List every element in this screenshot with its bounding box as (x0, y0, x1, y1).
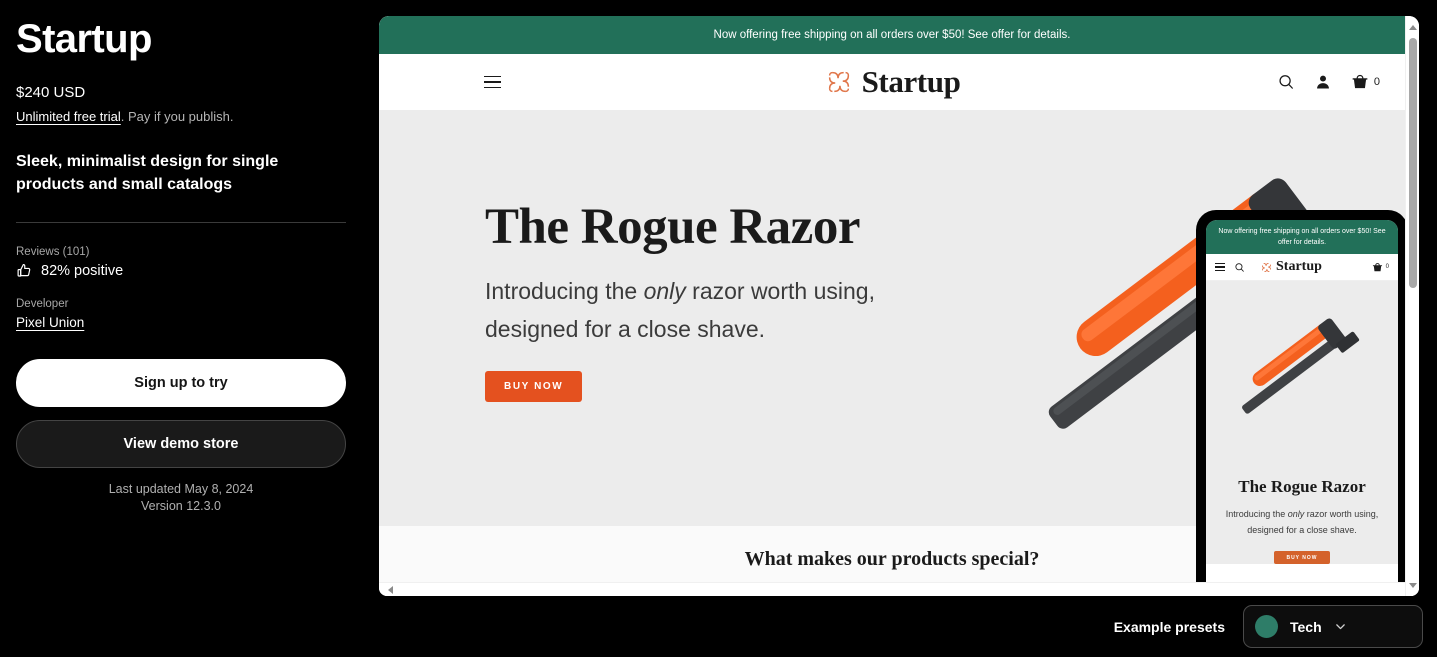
developer-label: Developer (16, 298, 69, 310)
mobile-preview-screen: Now offering free shipping on all orders… (1206, 220, 1398, 596)
thumbs-up-icon (16, 262, 33, 279)
triangle-left (387, 586, 393, 594)
scroll-up-arrow-icon[interactable] (1406, 20, 1419, 34)
developer-link[interactable]: Pixel Union (16, 315, 84, 330)
cart-icon (1351, 73, 1369, 91)
hero-subtitle: Introducing the only razor worth using, … (485, 272, 905, 348)
mobile-hero-section (1206, 281, 1398, 471)
mobile-announcement-bar: Now offering free shipping on all orders… (1206, 220, 1398, 254)
mobile-hero-title: The Rogue Razor (1238, 477, 1366, 496)
store-logo[interactable]: Startup (379, 64, 1405, 100)
reviews-positive-value: 82% positive (41, 262, 124, 279)
signup-to-try-button[interactable]: Sign up to try (16, 359, 346, 407)
reviews-summary: 82% positive (16, 262, 363, 279)
bottom-toolbar: Example presets Tech (0, 596, 1437, 657)
hero-title: The Rogue Razor (485, 199, 860, 255)
theme-price: $240 USD (16, 84, 86, 101)
mobile-store-logo-text: Startup (1276, 259, 1322, 274)
mobile-buy-now-button[interactable]: BUY NOW (1274, 551, 1330, 564)
mobile-store-logo[interactable]: Startup (1260, 259, 1322, 275)
hero-sub-emphasis: only (643, 278, 686, 304)
mobile-cart-button[interactable]: 0 (1372, 262, 1389, 273)
mobile-cart-icon (1372, 262, 1383, 273)
mobile-hero-copy: The Rogue Razor Introducing the only raz… (1206, 471, 1398, 564)
horizontal-scrollbar[interactable] (379, 582, 1419, 596)
unlimited-free-trial-link[interactable]: Unlimited free trial (16, 109, 121, 124)
menu-icon-line (484, 86, 501, 89)
example-presets-label: Example presets (1113, 618, 1225, 635)
mobile-preview-frame: Now offering free shipping on all orders… (1196, 210, 1408, 596)
mobile-search-icon[interactable] (1234, 262, 1245, 273)
menu-icon-line (484, 81, 501, 83)
trial-rest-text: . Pay if you publish. (120, 109, 234, 124)
trial-info: Unlimited free trial. Pay if you publish… (16, 108, 363, 126)
store-header: Startup 0 (379, 54, 1405, 111)
cart-button[interactable]: 0 (1351, 73, 1380, 91)
vertical-scrollbar[interactable] (1405, 16, 1419, 596)
hero-copy: The Rogue Razor Introducing the only raz… (485, 198, 905, 402)
preset-selected-value: Tech (1290, 618, 1322, 635)
mobile-pinwheel-logo-icon (1260, 261, 1273, 274)
store-header-icons: 0 (1277, 73, 1380, 91)
mobile-menu-icon[interactable] (1215, 263, 1225, 271)
theme-version-info: Last updated May 8, 2024 Version 12.3.0 (16, 481, 346, 515)
mobile-hero-sub-pre: Introducing the (1225, 509, 1288, 519)
mobile-cart-count: 0 (1385, 264, 1389, 270)
mobile-hero-subtitle: Introducing the only razor worth using, … (1218, 506, 1386, 538)
scroll-down-arrow-icon[interactable] (1406, 578, 1419, 592)
chevron-down-icon (1334, 620, 1347, 633)
last-updated-text: Last updated May 8, 2024 (108, 482, 254, 496)
hero-sub-pre: Introducing the (485, 278, 644, 304)
developer-block: Developer Pixel Union (16, 298, 363, 332)
theme-tagline: Sleek, minimalist design for single prod… (16, 153, 279, 193)
store-logo-text: Startup (861, 64, 961, 99)
mobile-menu-icon-line (1215, 263, 1225, 265)
preset-select[interactable]: Tech (1243, 605, 1423, 648)
theme-details-panel: Startup $240 USD Unlimited free trial. P… (0, 0, 379, 657)
triangle-down (1409, 582, 1417, 588)
mobile-menu-icon-line (1215, 269, 1225, 271)
search-icon[interactable] (1277, 73, 1295, 91)
features-heading: What makes our products special? (744, 548, 1040, 570)
account-icon[interactable] (1314, 73, 1332, 91)
reviews-label: Reviews (101) (16, 246, 90, 258)
triangle-up (1409, 24, 1417, 30)
cart-count: 0 (1373, 76, 1380, 88)
announcement-bar: Now offering free shipping on all orders… (379, 16, 1405, 54)
vertical-scrollbar-thumb[interactable] (1409, 38, 1417, 288)
section-divider (16, 222, 346, 223)
scroll-left-arrow-icon[interactable] (383, 583, 397, 596)
menu-icon[interactable] (484, 75, 501, 89)
buy-now-button[interactable]: BUY NOW (485, 371, 583, 402)
theme-preview-panel: Now offering free shipping on all orders… (379, 16, 1419, 596)
mobile-menu-icon-line (1215, 266, 1225, 268)
version-text: Version 12.3.0 (141, 499, 221, 513)
pinwheel-logo-icon (824, 67, 854, 97)
page-title: Startup (16, 17, 152, 61)
preset-color-dot (1255, 615, 1278, 638)
mobile-hero-sub-emphasis: only (1287, 509, 1305, 519)
menu-icon-line (484, 75, 501, 78)
mobile-store-header: Startup 0 (1206, 254, 1398, 281)
view-demo-store-button[interactable]: View demo store (16, 420, 346, 468)
